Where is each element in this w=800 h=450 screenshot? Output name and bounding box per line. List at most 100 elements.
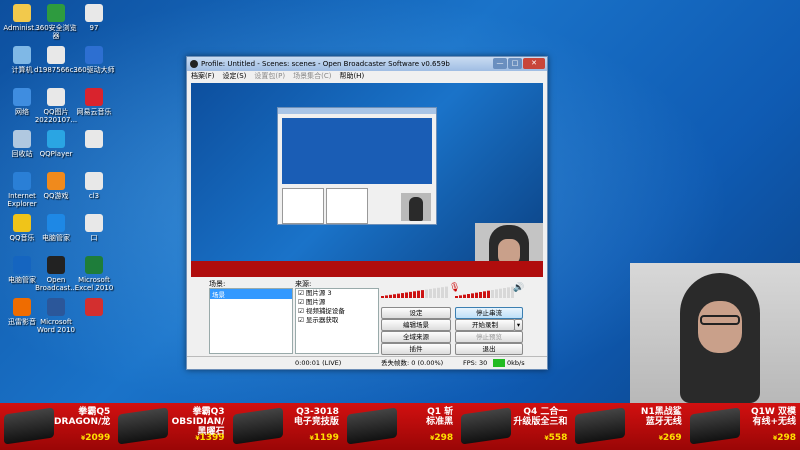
nested-preview	[282, 118, 432, 184]
desktop-icon-glyph	[47, 298, 65, 316]
meter-bar	[483, 291, 486, 298]
meter-bar	[437, 287, 440, 298]
product-price: ¥558	[544, 433, 568, 443]
product-card[interactable]: N1黑战鲨 蓝牙无线 ¥269	[571, 403, 685, 450]
webcam-face	[698, 301, 742, 353]
menu-settings[interactable]: 设定(S)	[223, 71, 247, 82]
status-indicator	[493, 359, 505, 367]
dropped-frames: 丢失帧数: 0 (0.00%)	[381, 359, 444, 367]
desktop-icon-glyph	[85, 46, 103, 64]
mic-volume-meter[interactable]	[381, 283, 449, 298]
desktop-icon-glyph	[47, 46, 65, 64]
desktop-icon-glyph	[47, 256, 65, 274]
desktop-icon[interactable]: 97	[72, 4, 116, 32]
product-name: Q4 二合一 升级版全三和	[513, 407, 568, 427]
scenes-list[interactable]: 场景	[209, 288, 293, 354]
window-title: Profile: Untitled - Scenes: scenes - Ope…	[201, 60, 450, 68]
product-card[interactable]: Q4 二合一 升级版全三和 ¥558	[457, 403, 571, 450]
meter-bar	[393, 294, 396, 298]
edit-scene-button[interactable]: 编辑场景	[381, 319, 451, 331]
settings-button[interactable]: 设定	[381, 307, 451, 319]
desktop-volume-meter[interactable]	[455, 283, 515, 298]
meter-bar	[445, 286, 448, 298]
desktop-icon-label: Microsoft Excel 2010	[74, 276, 114, 292]
maximize-button[interactable]: □	[508, 58, 522, 69]
menu-scene-collection[interactable]: 场景集合(C)	[293, 71, 331, 82]
desktop-icon-label: cl3	[88, 192, 100, 200]
meter-bar	[429, 288, 432, 298]
fps-display: FPS: 30	[463, 359, 488, 367]
meter-bar	[409, 291, 412, 298]
product-card[interactable]: 拳霸Q5 DRAGON/龙 ¥2099	[0, 403, 114, 450]
meter-bar	[491, 290, 494, 298]
product-banner: 拳霸Q5 DRAGON/龙 ¥2099 拳霸Q3 OBSIDIAN/ 黑曜石 ¥139…	[0, 403, 800, 450]
start-record-button[interactable]: 开始录制	[455, 319, 515, 331]
source-item[interactable]: ☑ 视频捕捉设备	[296, 307, 378, 316]
meter-bar	[417, 290, 420, 298]
desktop-icon-glyph	[47, 172, 65, 190]
source-label: 显示器获取	[305, 316, 339, 324]
meter-bar	[459, 295, 462, 298]
obs-window[interactable]: Profile: Untitled - Scenes: scenes - Ope…	[186, 56, 548, 370]
meter-bar	[389, 294, 392, 298]
product-card[interactable]: Q1W 双模 有线+无线 ¥298	[686, 403, 800, 450]
desktop-icon-glyph	[85, 298, 103, 316]
close-button[interactable]: ✕	[523, 58, 545, 69]
source-item[interactable]: ☑ 图片源	[296, 298, 378, 307]
desktop-icon-glyph	[13, 130, 31, 148]
preview-banner	[191, 261, 543, 277]
desktop-icon[interactable]	[72, 298, 116, 318]
exit-button[interactable]: 退出	[455, 343, 523, 355]
stop-stream-button[interactable]: 停止串流	[455, 307, 523, 319]
product-price: ¥1199	[309, 433, 339, 443]
meter-bar	[397, 293, 400, 298]
desktop-icon[interactable]: 网易云音乐	[72, 88, 116, 116]
product-card[interactable]: Q3-3018 电子竞技版 ¥1199	[229, 403, 343, 450]
desktop-icon-glyph	[47, 4, 65, 22]
preview-button[interactable]: 停止预览	[455, 331, 523, 343]
desktop-icon-label: 360驱动大师	[73, 66, 115, 74]
stream-preview[interactable]	[191, 83, 543, 277]
scene-item[interactable]: 场景	[210, 289, 292, 299]
meter-bar	[441, 287, 444, 298]
global-sources-button[interactable]: 全域来源	[381, 331, 451, 343]
speaker-icon[interactable]: 🔊	[513, 283, 524, 293]
desktop-icon[interactable]: 口	[72, 214, 116, 242]
source-label: 图片源	[305, 298, 326, 306]
minimize-button[interactable]: —	[493, 58, 507, 69]
menu-file[interactable]: 档案(F)	[191, 71, 215, 82]
window-titlebar[interactable]: Profile: Untitled - Scenes: scenes - Ope…	[187, 57, 547, 71]
meter-bar	[495, 289, 498, 298]
desktop-icon-glyph	[47, 130, 65, 148]
desktop-icon-glyph	[47, 88, 65, 106]
menu-help[interactable]: 帮助(H)	[339, 71, 364, 82]
product-card[interactable]: Q1 斩 标准黑 ¥298	[343, 403, 457, 450]
arcade-stick-image	[232, 407, 283, 445]
product-name: 拳霸Q5 DRAGON/龙	[54, 407, 111, 427]
source-item[interactable]: ☑ 图片源 3	[296, 289, 378, 298]
product-card[interactable]: 拳霸Q3 OBSIDIAN/ 黑曜石 ¥1399	[114, 403, 228, 450]
arcade-stick-image	[118, 407, 169, 445]
desktop-icon-glyph	[47, 214, 65, 232]
desktop-icon[interactable]: Microsoft Excel 2010	[72, 256, 116, 292]
sources-list[interactable]: ☑ 图片源 3 ☑ 图片源 ☑ 视频捕捉设备 ☑ 显示器获取	[295, 288, 379, 354]
record-dropdown-button[interactable]: ▾	[514, 319, 523, 331]
arcade-stick-image	[461, 407, 512, 445]
source-item[interactable]: ☑ 显示器获取	[296, 316, 378, 325]
plugins-button[interactable]: 插件	[381, 343, 451, 355]
menu-profiles[interactable]: 设置包(P)	[254, 71, 285, 82]
meter-bar	[487, 290, 490, 298]
desktop-icon[interactable]: cl3	[72, 172, 116, 200]
desktop-icon[interactable]: 360驱动大师	[72, 46, 116, 74]
desktop-icon-glyph	[85, 4, 103, 22]
nested-sources	[326, 188, 368, 224]
desktop-icon-glyph	[13, 214, 31, 232]
arcade-stick-image	[4, 407, 54, 445]
meter-bar	[467, 294, 470, 298]
desktop-icon[interactable]	[72, 130, 116, 150]
desktop-icon-glyph	[85, 130, 103, 148]
desktop-icon-label: Microsoft Word 2010	[36, 318, 76, 334]
meter-bar	[463, 294, 466, 298]
meter-bar	[421, 290, 424, 298]
product-name: Q1W 双模 有线+无线	[751, 407, 796, 427]
